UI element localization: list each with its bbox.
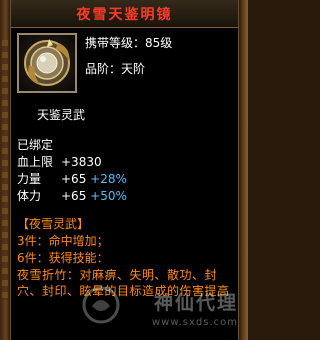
watermark-text: 神仙代理: [153, 292, 238, 314]
stat-value: +3830: [61, 155, 102, 169]
level-label: 携带等级：: [85, 36, 146, 50]
left-border-decoration: [0, 0, 10, 340]
stat-value: +65: [61, 172, 87, 186]
stat-bonus: +28%: [90, 172, 127, 186]
mirror-icon: [24, 39, 70, 86]
level-row: 携带等级：85级: [85, 35, 172, 61]
bound-status: 已绑定: [17, 138, 54, 152]
stat-value: +65: [61, 189, 87, 203]
stat-row-strength: 力量 +65 +28%: [17, 171, 127, 188]
watermark: 神仙代理 www.sxds.com: [128, 288, 238, 334]
item-info: 携带等级：85级 品阶：天阶: [85, 35, 172, 87]
stat-label: 力量: [17, 172, 42, 186]
watermark-url: www.sxds.com: [151, 317, 238, 328]
grade-row: 品阶：天阶: [85, 61, 172, 87]
watermark-logo-icon: [82, 286, 120, 324]
item-icon-slot[interactable]: [17, 33, 77, 93]
item-subtitle: 天鉴灵武: [37, 108, 86, 122]
set-piece-6: 6件：获得技能：: [17, 251, 109, 265]
stat-row-hp: 血上限 +3830: [17, 154, 127, 171]
tooltip-header: 夜雪天鉴明镜: [11, 0, 238, 28]
set-name: 【夜雪灵武】: [17, 217, 90, 231]
stats-block: 已绑定 血上限 +3830 力量 +65 +28% 体力 +65 +50%: [17, 137, 127, 205]
stat-label: 体力: [17, 189, 42, 203]
stat-row-stamina: 体力 +65 +50%: [17, 188, 127, 205]
set-piece-3: 3件：命中增加；: [17, 234, 109, 248]
grade-label: 品阶：: [85, 62, 122, 76]
stat-bonus: +50%: [90, 189, 127, 203]
set-bonus-block: 【夜雪灵武】 3件：命中增加； 6件：获得技能： 夜雪折竹：对麻痹、失明、散功、…: [17, 216, 235, 299]
item-title: 夜雪天鉴明镜: [76, 7, 173, 23]
right-border-decoration: [239, 0, 248, 340]
stat-label: 血上限: [17, 155, 54, 169]
grade-value: 天阶: [121, 62, 146, 76]
level-value: 85级: [145, 36, 173, 50]
